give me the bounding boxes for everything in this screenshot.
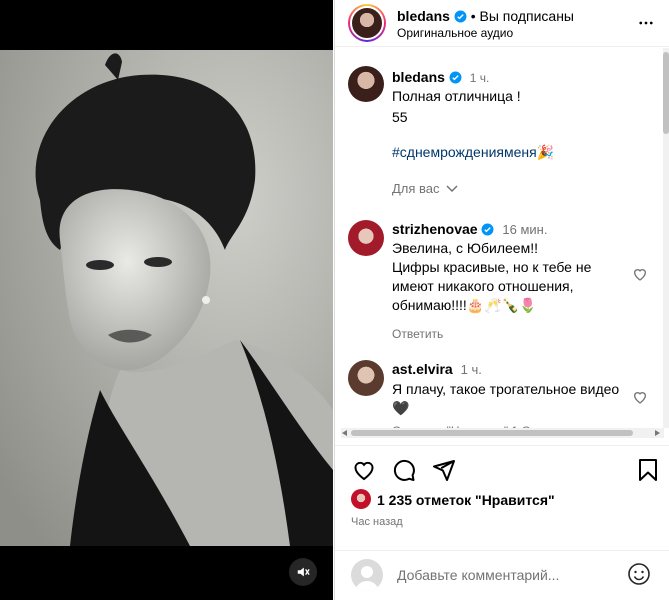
caption-line: 55 <box>392 109 408 125</box>
caption-line: Полная отличница ! <box>392 88 521 104</box>
for-you-label: Для вас <box>392 181 440 196</box>
vertical-scrollbar[interactable] <box>662 48 669 428</box>
emoji-button[interactable] <box>627 562 651 589</box>
caption-avatar[interactable] <box>348 66 384 102</box>
comment-username[interactable]: ast.elvira <box>392 361 453 377</box>
save-button[interactable] <box>637 458 659 485</box>
add-comment-bar: Добавьте комментарий... <box>335 550 669 600</box>
author-username[interactable]: bledans <box>397 8 450 24</box>
more-options-button[interactable] <box>637 14 655 35</box>
comment-line: имеют никакого отношения, <box>392 278 574 294</box>
post-video[interactable] <box>0 50 333 546</box>
portrait-image <box>0 50 333 546</box>
share-button[interactable] <box>432 458 456 485</box>
comment-line: обнимаю!!!!🎂🥂🍾🌷 <box>392 297 537 313</box>
heart-outline-icon <box>633 269 647 281</box>
comment-time: 16 мин. <box>502 222 548 237</box>
speaker-muted-icon <box>297 567 310 577</box>
header-separator: • <box>470 8 476 24</box>
for-you-toggle[interactable]: Для вас <box>392 181 652 196</box>
verified-badge-icon <box>454 10 467 23</box>
current-user-avatar <box>351 559 383 591</box>
scroll-right-arrow-icon[interactable] <box>655 430 661 436</box>
commenter-avatar[interactable] <box>348 220 384 256</box>
verified-badge-icon <box>482 223 494 236</box>
comment-button[interactable] <box>392 458 416 485</box>
chevron-down-icon <box>446 185 458 193</box>
scroll-left-arrow-icon[interactable] <box>342 430 348 436</box>
comment-bubble-icon <box>393 459 415 481</box>
author-avatar[interactable] <box>348 4 386 42</box>
commenter-avatar[interactable] <box>348 360 384 396</box>
smiley-icon <box>628 563 650 585</box>
post-media-panel <box>0 0 333 600</box>
comment-input[interactable]: Добавьте комментарий... <box>397 567 559 583</box>
heart-outline-icon <box>354 461 374 481</box>
comments-list: bledans 1 ч. Полная отличница ! 55 #сдне… <box>335 48 669 440</box>
likes-count[interactable]: 1 235 отметок "Нравится" <box>377 492 555 508</box>
horizontal-scrollbar[interactable] <box>341 428 664 438</box>
default-avatar-icon <box>355 566 379 591</box>
like-comment-button[interactable] <box>632 389 648 408</box>
liker-avatar[interactable] <box>351 489 371 509</box>
bookmark-icon <box>639 459 657 481</box>
follow-status-button[interactable]: Вы подписаны <box>479 8 574 24</box>
comment-time: 1 ч. <box>460 362 482 377</box>
caption-time: 1 ч. <box>469 71 490 85</box>
verified-badge-icon <box>449 71 462 84</box>
comment-username[interactable]: strizhenovae <box>392 221 478 237</box>
original-audio-link[interactable]: Оригинальное аудио <box>397 26 513 40</box>
paper-plane-icon <box>433 460 455 481</box>
hashtag-link[interactable]: #сднемрожденияменя <box>392 144 537 160</box>
post-actions: 1 235 отметок "Нравится" Час назад <box>335 445 669 560</box>
comment-line: Я плачу, такое трогательное видео <box>392 381 620 397</box>
post-details-panel: bledans • Вы подписаны Оригинальное ауди… <box>334 0 669 600</box>
comment-line: Цифры красивые, но к тебе не <box>392 259 592 275</box>
heart-outline-icon <box>633 392 647 404</box>
mute-button[interactable] <box>289 558 317 586</box>
post-timestamp[interactable]: Час назад <box>351 516 403 528</box>
party-emoji: 🎉 <box>536 144 555 160</box>
like-comment-button[interactable] <box>632 266 648 285</box>
comment-line: 🖤 <box>392 400 410 416</box>
like-button[interactable] <box>352 458 376 485</box>
reply-button[interactable]: Ответить <box>392 327 632 341</box>
more-dots-icon <box>639 21 653 25</box>
comment-line: Эвелина, с Юбилеем!! <box>392 240 538 256</box>
caption-username[interactable]: bledans <box>392 69 445 85</box>
post-header: bledans • Вы подписаны Оригинальное ауди… <box>335 0 669 47</box>
